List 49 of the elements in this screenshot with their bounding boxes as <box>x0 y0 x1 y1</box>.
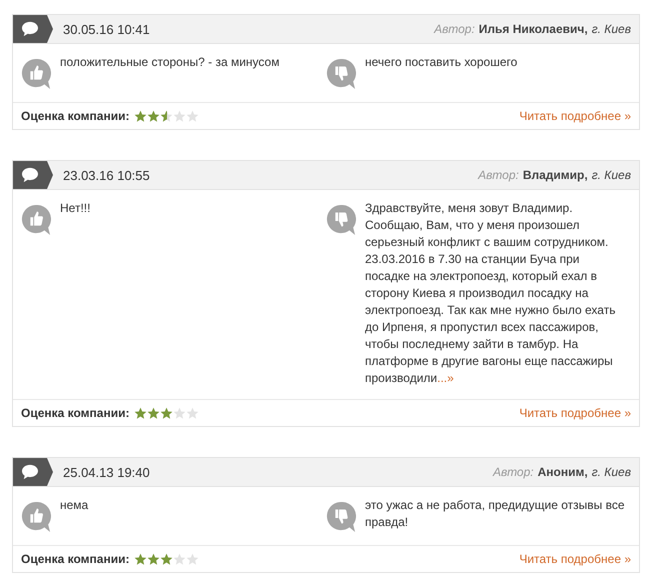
star-icon <box>160 406 174 420</box>
star-icon <box>134 552 148 566</box>
star-icon <box>147 406 160 420</box>
star-icon <box>160 110 174 122</box>
star-icon <box>134 110 148 122</box>
review-date: 30.05.16 10:41 <box>63 22 150 36</box>
thumbs-down-icon <box>326 501 356 533</box>
author-name: Владимир, <box>522 168 588 182</box>
pros-text: положительные стороны? - за минусом <box>60 54 280 71</box>
review-date: 23.03.16 10:55 <box>63 168 150 182</box>
read-more-link[interactable]: Читать подробнее » <box>519 109 631 123</box>
pros-text: нема <box>60 497 90 514</box>
author-city: г. Киев <box>592 168 631 182</box>
star-icon <box>186 406 200 420</box>
star-icon <box>147 552 160 566</box>
rating-label: Оценка компании: <box>21 109 130 123</box>
author-city: г. Киев <box>592 22 631 36</box>
star-icon <box>173 552 186 566</box>
cons-text: это ужас а не работа, предидущие отзывы все правда! <box>365 497 626 531</box>
star-icon <box>173 406 186 420</box>
author-label: Автор: <box>434 22 475 36</box>
more-link[interactable]: ...» <box>437 371 454 385</box>
author-city: г. Киев <box>592 465 631 479</box>
thumbs-up-icon <box>21 501 51 533</box>
author-label: Автор: <box>492 465 534 479</box>
speech-bubble-icon <box>21 464 39 480</box>
cons-text: Здравствуйте, меня зовут Владимир. Сообщаю, Вам, что у меня произошел серьезный конфликт с вашим сотрудником. 23.03.2016 в 7.30 на станции Буча при посадке на электропоезд, который ехал в сторону Киева я производил посадку на электропоезд. Так как мне нужно было ехать до Ирпеня, я пропустил всех пассажиров, чтобы последнему зайти в тамбур. На платформе в другие вагоны еще пассажиры производили...» <box>365 200 616 387</box>
rating-label: Оценка компании: <box>21 406 130 420</box>
pros-text: Нет!!! <box>60 200 92 217</box>
star-icon <box>186 552 200 566</box>
speech-bubble-icon <box>21 21 39 37</box>
thumbs-down-icon <box>326 204 356 236</box>
review-date: 25.04.13 19:40 <box>63 464 150 480</box>
star-icon <box>173 110 186 122</box>
rating-label: Оценка компании: <box>21 552 130 566</box>
author-name: Илья Николаевич, <box>478 22 588 36</box>
read-more-link[interactable]: Читать подробнее » <box>519 552 631 566</box>
thumbs-up-icon <box>21 204 51 236</box>
author-label: Автор: <box>478 168 519 182</box>
read-more-link[interactable]: Читать подробнее » <box>519 406 631 420</box>
star-icon <box>134 406 148 420</box>
thumbs-down-icon <box>326 58 356 90</box>
thumbs-up-icon <box>21 58 51 90</box>
cons-text: нечего поставить хорошего <box>365 54 518 71</box>
star-icon <box>147 110 160 122</box>
speech-bubble-icon <box>21 167 39 183</box>
author-name: Аноним, <box>538 465 588 479</box>
star-icon <box>160 552 174 566</box>
star-icon <box>186 110 200 122</box>
